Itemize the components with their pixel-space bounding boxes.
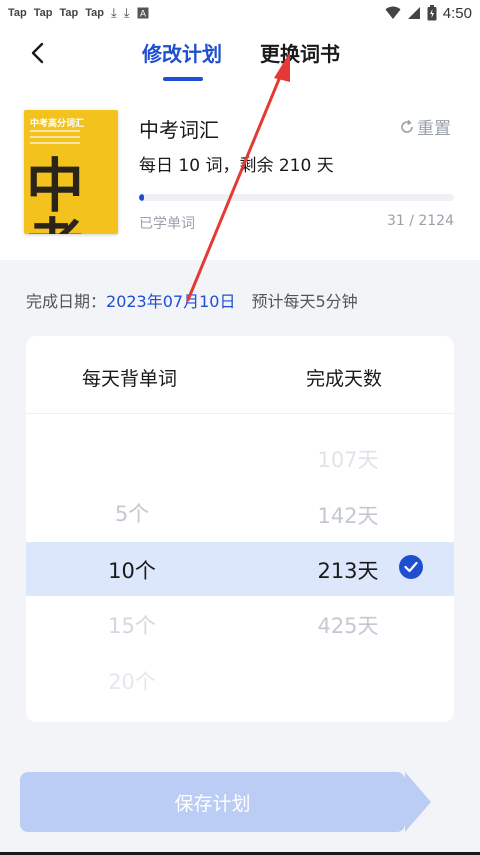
tab-modify-plan[interactable]: 修改计划 [142,38,222,67]
tab-change-wordbook[interactable]: 更换词书 [260,38,340,67]
days-option-selected[interactable]: 213天 [288,555,408,585]
battery-icon [427,5,437,21]
download-icon: ⤓ [111,5,117,21]
days-option[interactable]: 142天 [288,500,408,530]
days-header: 完成天数 [306,368,383,390]
words-per-day-header: 每天背单词 [82,368,178,390]
daily-time-estimate: 预计每天5分钟 [251,292,358,311]
book-cover-big-text: 中考 [26,152,84,234]
clock: 4:50 [442,4,472,22]
signal-icon [407,7,420,19]
notification-app-icon: Tap [8,7,27,19]
book-cover: 中考高分词汇 中考 [24,110,118,234]
days-option[interactable]: 425天 [288,610,408,640]
chevron-left-icon [31,42,44,64]
words-option[interactable]: 20个 [72,666,192,696]
reset-button[interactable]: 重置 [399,114,451,139]
words-option[interactable]: 5个 [72,498,192,528]
wordbook-name: 中考词汇 [139,118,219,142]
plan-picker: 每天背单词 完成天数 5个 10个 15个 20个 107天 142天 213天… [26,336,454,722]
completion-date-line: 完成日期： 2023年07月10日 预计每天5分钟 [26,288,358,312]
learning-progress-bar [139,194,454,201]
completion-date-label: 完成日期： [26,292,107,311]
active-tab-indicator [163,77,203,81]
learned-words-count: 31 / 2124 [386,213,454,229]
learned-words-label: 已学单词 [139,216,195,232]
status-bar: Tap Tap Tap Tap ⤓ ⤓ A 4:50 [0,0,480,26]
wifi-icon [385,6,401,19]
refresh-icon [401,119,413,133]
header: 修改计划 更换词书 [0,26,480,86]
picker-header: 每天背单词 完成天数 [26,336,454,414]
book-cover-lines [30,130,80,148]
app-a-icon: A [137,7,148,20]
selected-check-icon [399,555,423,579]
plan-description: 每日 10 词，剩余 210 天 [139,156,334,176]
svg-text:A: A [139,10,146,20]
words-option-selected[interactable]: 10个 [72,555,192,585]
notification-app-icon: Tap [59,7,79,19]
completion-date-value: 2023年07月10日 [106,292,236,311]
book-cover-title: 中考高分词汇 [30,119,85,129]
save-plan-button[interactable]: 保存计划 [20,772,431,832]
words-option[interactable]: 15个 [72,610,192,640]
back-button[interactable] [22,36,52,70]
download-icon: ⤓ [123,5,130,21]
notification-app-icon: Tap [33,7,53,19]
reset-label: 重置 [417,119,451,139]
notification-app-icon: Tap [85,7,104,19]
days-option[interactable]: 107天 [288,444,408,474]
learning-progress-fill [139,194,144,201]
